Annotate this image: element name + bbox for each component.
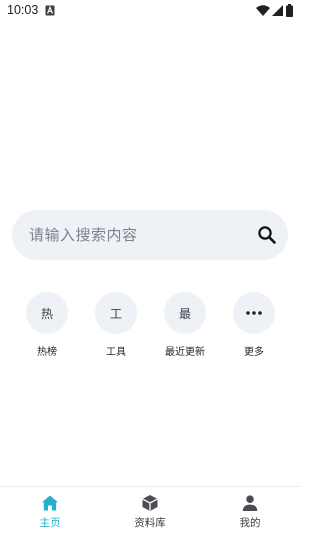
cube-icon: [142, 495, 158, 511]
nav-label-profile: 我的: [239, 517, 261, 529]
notification-a-icon: [45, 5, 55, 16]
signal-icon: [272, 5, 283, 16]
status-time: 10:03: [7, 3, 39, 17]
nav-label-library: 资料库: [134, 517, 166, 529]
more-dots-icon: [246, 311, 262, 315]
nav-item-profile[interactable]: 我的: [200, 487, 300, 533]
nav-item-library[interactable]: 资料库: [100, 487, 200, 533]
person-icon: [242, 495, 258, 511]
quick-action-label: 最近更新: [165, 347, 205, 358]
recent-circle: 最: [164, 292, 206, 334]
search-placeholder: 请输入搜索内容: [29, 226, 138, 244]
more-circle: [233, 292, 275, 334]
home-icon: [42, 495, 58, 511]
search-bar[interactable]: 请输入搜索内容: [12, 210, 288, 260]
battery-icon: [286, 4, 293, 17]
quick-action-more[interactable]: 更多: [224, 292, 284, 362]
nav-item-home[interactable]: 主页: [0, 487, 100, 533]
tools-circle: 工: [95, 292, 137, 334]
quick-action-label: 工具: [106, 347, 126, 358]
app-screen: 10:03 请输入搜索内容 热 热榜 工 工具 最 最近更新 更多 主页 资料库…: [0, 0, 300, 533]
status-bar: 10:03: [0, 0, 300, 22]
quick-action-hot[interactable]: 热 热榜: [17, 292, 77, 362]
nav-label-home: 主页: [39, 517, 61, 529]
search-icon[interactable]: [256, 224, 278, 246]
quick-action-label: 热榜: [37, 347, 57, 358]
quick-action-tools[interactable]: 工 工具: [86, 292, 146, 362]
bottom-nav: 主页 资料库 我的: [0, 486, 300, 533]
hot-circle: 热: [26, 292, 68, 334]
wifi-icon: [256, 5, 270, 16]
quick-action-recent[interactable]: 最 最近更新: [155, 292, 215, 362]
quick-action-label: 更多: [244, 347, 264, 358]
